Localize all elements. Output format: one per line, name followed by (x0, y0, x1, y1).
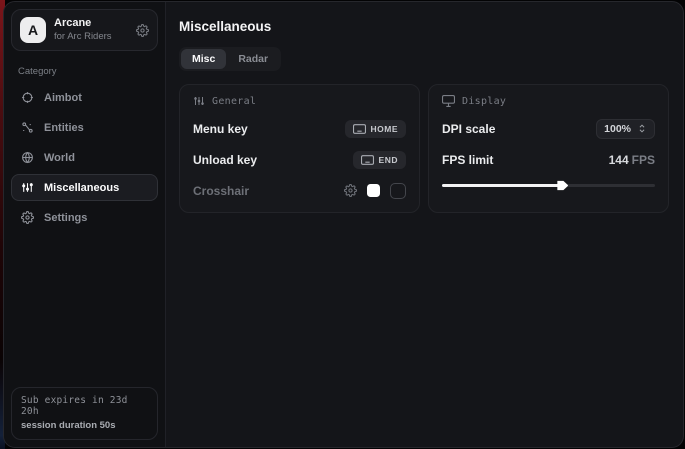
fps-unit: FPS (632, 153, 655, 167)
sidebar-item-entities[interactable]: Entities (11, 114, 158, 141)
card-title: General (212, 96, 256, 107)
sliders-icon (193, 95, 205, 107)
row-label: Unload key (193, 153, 257, 167)
page-title: Miscellaneous (179, 19, 669, 34)
entities-icon (21, 121, 34, 134)
sidebar-item-label: Miscellaneous (44, 182, 119, 194)
category-label: Category (18, 66, 151, 77)
sidebar-item-label: Settings (44, 212, 87, 224)
sidebar-item-label: Entities (44, 122, 84, 134)
sidebar-item-world[interactable]: World (11, 144, 158, 171)
monitor-icon (442, 95, 455, 107)
crosshair-color-swatch[interactable] (367, 184, 380, 197)
row-label: Crosshair (193, 184, 249, 198)
sidebar-item-aimbot[interactable]: Aimbot (11, 84, 158, 111)
keybind-value: HOME (371, 124, 399, 134)
app-title: Arcane (54, 17, 112, 31)
main-content: Miscellaneous Misc Radar General Menu ke… (166, 2, 683, 447)
crosshair-icon (21, 91, 34, 104)
select-value: 100% (604, 123, 631, 135)
general-card: General Menu key HOME Unload key (179, 84, 420, 213)
crosshair-row: Crosshair (193, 181, 406, 200)
profile-text: Arcane for Arc Riders (54, 17, 112, 43)
slider-thumb[interactable] (557, 180, 568, 191)
fps-limit-value: 144FPS (609, 153, 655, 167)
fps-number: 144 (609, 153, 629, 167)
dpi-scale-row: DPI scale 100% (442, 119, 655, 138)
menu-key-row: Menu key HOME (193, 119, 406, 138)
gear-icon[interactable] (344, 184, 357, 197)
sidebar-item-label: World (44, 152, 75, 164)
profile-card: A Arcane for Arc Riders (11, 9, 158, 51)
unload-key-button[interactable]: END (353, 151, 406, 169)
subscription-info-card: Sub expires in 23d 20h session duration … (11, 387, 158, 440)
app-logo: A (20, 17, 46, 43)
session-duration-text: session duration 50s (21, 420, 148, 431)
sidebar-item-settings[interactable]: Settings (11, 204, 158, 231)
gear-icon (21, 211, 34, 224)
sliders-icon (21, 181, 34, 194)
unload-key-row: Unload key END (193, 150, 406, 169)
gear-icon[interactable] (136, 24, 149, 37)
keybind-value: END (379, 155, 398, 165)
fps-limit-slider[interactable] (442, 179, 655, 191)
tab-radar[interactable]: Radar (227, 49, 279, 69)
keyboard-icon (353, 124, 366, 134)
slider-fill (442, 184, 563, 187)
tab-bar: Misc Radar (179, 47, 281, 71)
cards-row: General Menu key HOME Unload key (179, 84, 669, 213)
dpi-scale-select[interactable]: 100% (596, 119, 655, 139)
general-card-header: General (193, 95, 406, 107)
crosshair-checkbox[interactable] (390, 183, 406, 199)
sidebar-item-miscellaneous[interactable]: Miscellaneous (11, 174, 158, 201)
app-window: A Arcane for Arc Riders Category Aimbot … (3, 1, 684, 448)
row-label: DPI scale (442, 122, 495, 136)
fps-limit-row: FPS limit 144FPS (442, 150, 655, 169)
tab-misc[interactable]: Misc (181, 49, 226, 69)
chevrons-up-down-icon (637, 123, 647, 134)
crosshair-controls (344, 183, 406, 199)
card-title: Display (462, 96, 506, 107)
globe-icon (21, 151, 34, 164)
sidebar: A Arcane for Arc Riders Category Aimbot … (4, 2, 166, 447)
display-card-header: Display (442, 95, 655, 107)
display-card: Display DPI scale 100% FPS limit 144FPS (428, 84, 669, 213)
row-label: Menu key (193, 122, 248, 136)
sidebar-item-label: Aimbot (44, 92, 82, 104)
sub-expiry-text: Sub expires in 23d 20h (21, 395, 148, 417)
row-label: FPS limit (442, 153, 493, 167)
app-subtitle: for Arc Riders (54, 31, 112, 43)
keyboard-icon (361, 155, 374, 165)
menu-key-button[interactable]: HOME (345, 120, 407, 138)
